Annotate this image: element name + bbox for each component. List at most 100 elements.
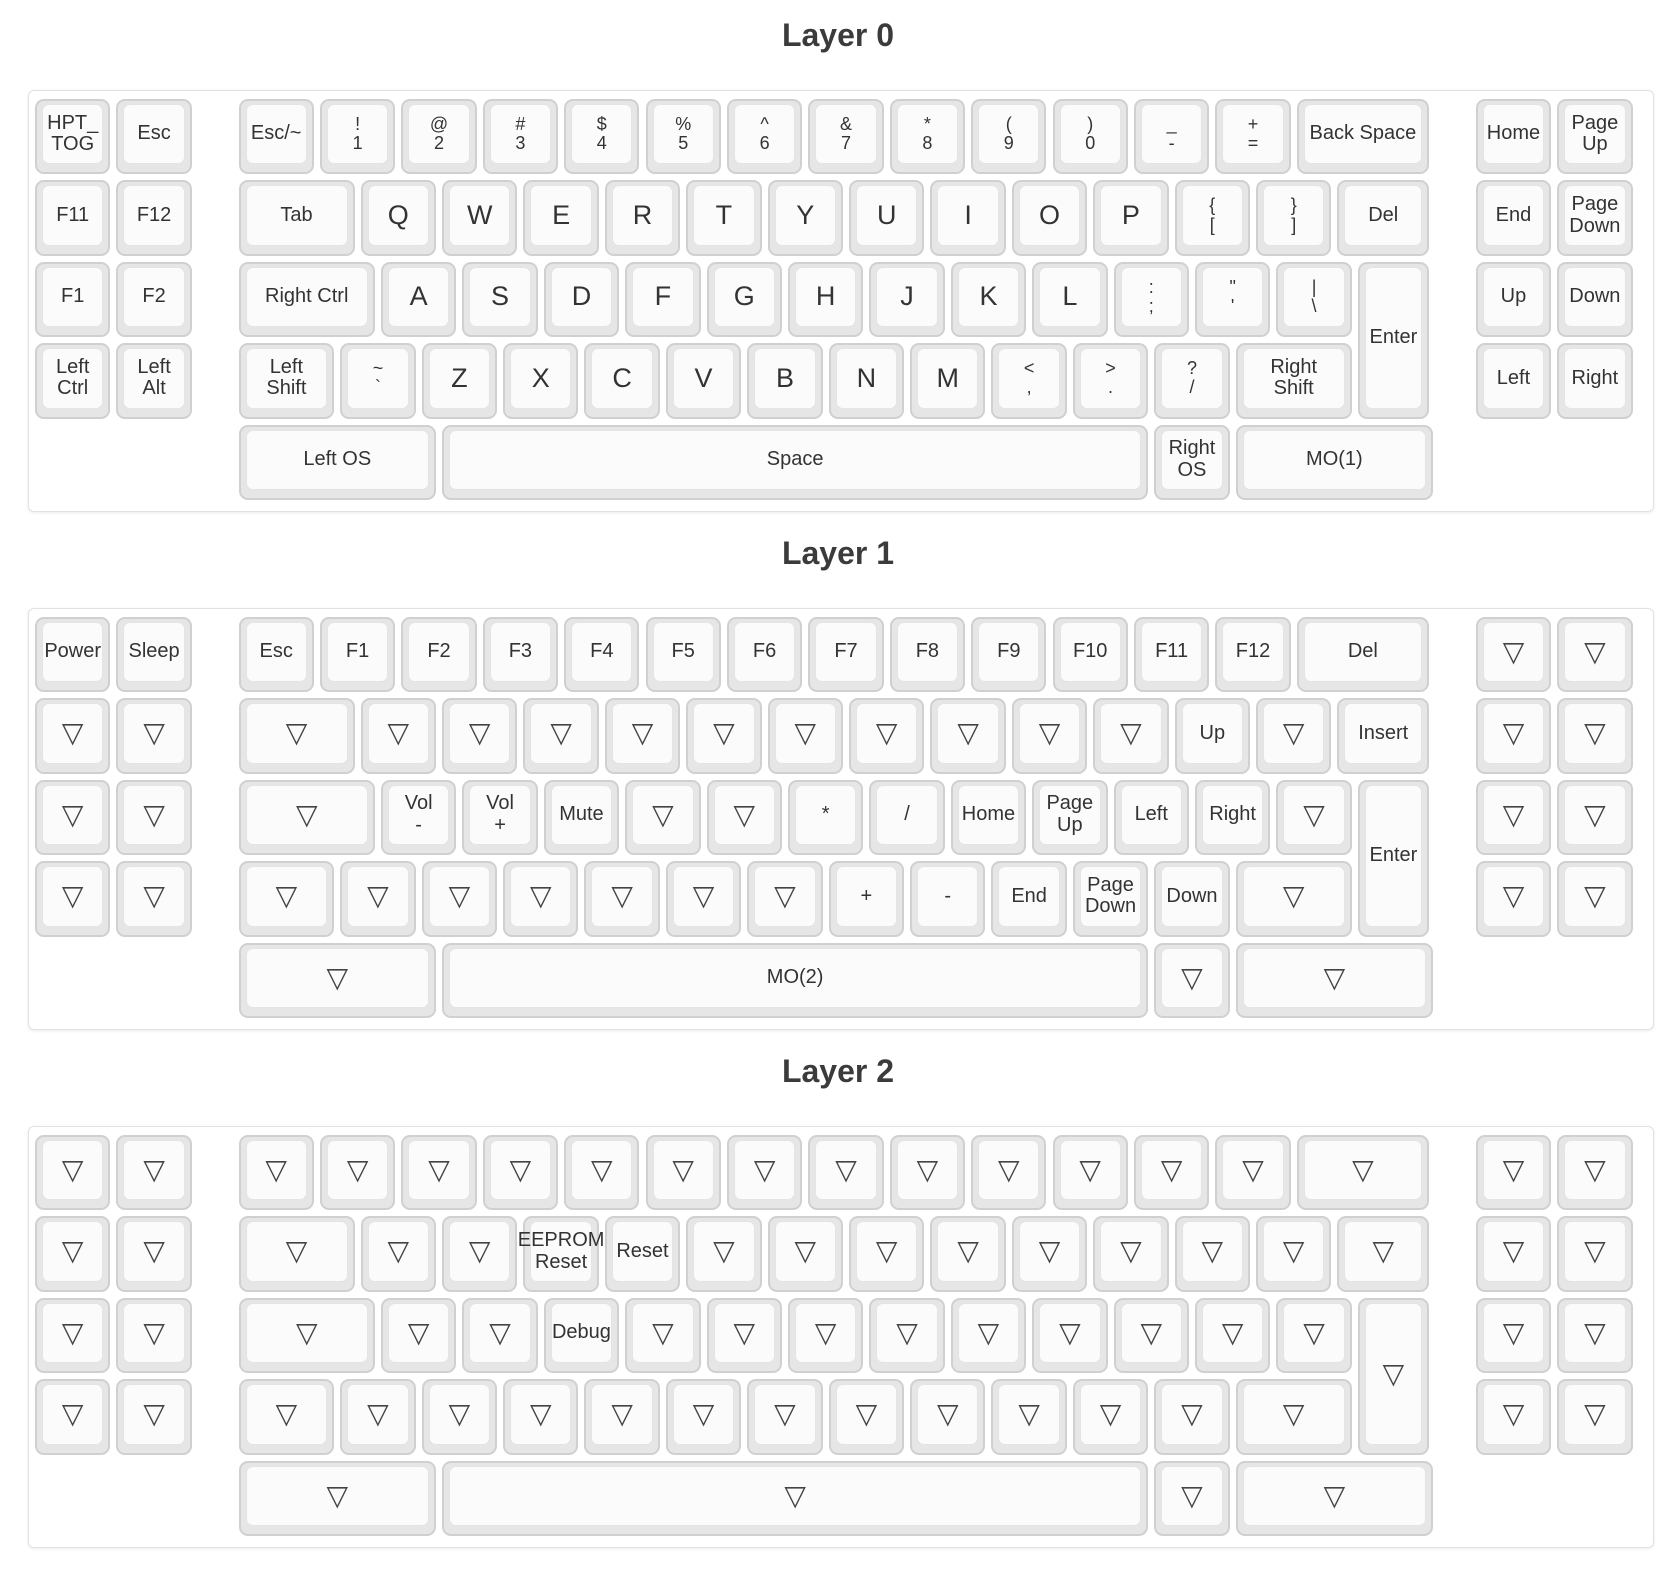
key-transparent[interactable]: ▽ — [686, 698, 762, 774]
key-q[interactable]: Q — [360, 180, 436, 256]
key-down[interactable]: Down — [1154, 861, 1230, 937]
key-transparent[interactable]: ▽ — [482, 1135, 559, 1211]
key-right[interactable]: Right — [1194, 779, 1271, 856]
key-transparent[interactable]: ▽ — [1475, 861, 1552, 937]
key-6[interactable]: ^ 6 — [726, 99, 803, 175]
key-transparent[interactable]: ▽ — [238, 1216, 355, 1292]
key-home[interactable]: Home — [1475, 99, 1552, 175]
key-transparent[interactable]: ▽ — [686, 1216, 762, 1292]
key-transparent[interactable]: ▽ — [706, 779, 782, 856]
key-f2[interactable]: F2 — [116, 261, 192, 338]
key-transparent[interactable]: ▽ — [1235, 942, 1434, 1018]
key-7[interactable]: & 7 — [808, 99, 884, 175]
key-transparent[interactable]: ▽ — [1174, 1216, 1250, 1292]
key-v[interactable]: V — [665, 343, 742, 419]
key-transparent[interactable]: ▽ — [1475, 1135, 1552, 1211]
key-1[interactable]: ! 1 — [319, 99, 396, 175]
key-slash[interactable]: ? / — [1154, 343, 1230, 419]
key-transparent[interactable]: ▽ — [319, 1135, 396, 1211]
key-transparent[interactable]: ▽ — [1357, 1297, 1430, 1455]
key-reset[interactable]: EEPROM Reset — [518, 1216, 604, 1292]
key-x[interactable]: X — [503, 343, 579, 419]
key-transparent[interactable]: ▽ — [767, 1216, 843, 1292]
key-2[interactable]: @ 2 — [401, 99, 477, 175]
key-minus[interactable]: - — [910, 861, 986, 937]
key-up[interactable]: Page Up — [1032, 779, 1108, 856]
key-transparent[interactable]: ▽ — [808, 1135, 884, 1211]
key-lbracket[interactable]: { [ — [1174, 180, 1250, 256]
key-f1[interactable]: F1 — [35, 261, 111, 338]
key-transparent[interactable]: ▽ — [1032, 1297, 1108, 1374]
key-transparent[interactable]: ▽ — [1557, 617, 1633, 693]
key-up[interactable]: Up — [1475, 261, 1552, 338]
key-transparent[interactable]: ▽ — [1194, 1297, 1271, 1374]
key-left-os[interactable]: Left OS — [238, 424, 436, 500]
key-transparent[interactable]: ▽ — [238, 942, 436, 1018]
key-transparent[interactable]: ▽ — [442, 698, 518, 774]
key-transparent[interactable]: ▽ — [889, 1135, 966, 1211]
key-minus[interactable]: Vol - — [380, 779, 457, 856]
key-down[interactable]: Page Down — [1557, 180, 1633, 256]
key-u[interactable]: U — [849, 180, 925, 256]
key-transparent[interactable]: ▽ — [726, 1135, 803, 1211]
key-transparent[interactable]: ▽ — [238, 1379, 335, 1455]
key-transparent[interactable]: ▽ — [645, 1135, 721, 1211]
key-right[interactable]: Right — [1557, 343, 1633, 419]
key-5[interactable]: % 5 — [645, 99, 721, 175]
key-f7[interactable]: F7 — [808, 617, 884, 693]
key-4[interactable]: $ 4 — [564, 99, 640, 175]
key-mo-2[interactable]: MO(2) — [442, 942, 1149, 1018]
key-c[interactable]: C — [584, 343, 660, 419]
key-transparent[interactable]: ▽ — [503, 1379, 579, 1455]
key-ctrl[interactable]: Left Ctrl — [35, 343, 111, 419]
key-b[interactable]: B — [747, 343, 823, 419]
key-enter[interactable]: Enter — [1357, 261, 1430, 419]
key-transparent[interactable]: ▽ — [238, 779, 375, 856]
key-transparent[interactable]: ▽ — [238, 698, 355, 774]
key-transparent[interactable]: ▽ — [421, 861, 498, 937]
key-f5[interactable]: F5 — [645, 617, 721, 693]
key-transparent[interactable]: ▽ — [1557, 1135, 1633, 1211]
key-transparent[interactable]: ▽ — [1256, 1216, 1332, 1292]
key-transparent[interactable]: ▽ — [340, 1379, 416, 1455]
key-right-ctrl[interactable]: Right Ctrl — [238, 261, 375, 338]
key-transparent[interactable]: ▽ — [1256, 698, 1332, 774]
key-transparent[interactable]: ▽ — [523, 698, 599, 774]
key-esc[interactable]: Esc — [238, 617, 314, 693]
key-slash[interactable]: / — [869, 779, 945, 856]
key-y[interactable]: Y — [767, 180, 843, 256]
key-plus[interactable]: Vol + — [462, 779, 538, 856]
key-e[interactable]: E — [523, 180, 599, 256]
key-transparent[interactable]: ▽ — [35, 1297, 111, 1374]
key-comma[interactable]: < , — [991, 343, 1067, 419]
key-0[interactable]: ) 0 — [1052, 99, 1128, 175]
key-f[interactable]: F — [625, 261, 701, 338]
key-transparent[interactable]: ▽ — [1475, 1297, 1552, 1374]
key-transparent[interactable]: ▽ — [1475, 698, 1552, 774]
key-f3[interactable]: F3 — [482, 617, 559, 693]
key-esc[interactable]: Esc — [116, 99, 192, 175]
key-transparent[interactable]: ▽ — [35, 698, 111, 774]
key-transparent[interactable]: ▽ — [462, 1297, 538, 1374]
key-transparent[interactable]: ▽ — [1093, 698, 1169, 774]
key-n[interactable]: N — [828, 343, 905, 419]
key-f11[interactable]: F11 — [35, 180, 111, 256]
key-transparent[interactable]: ▽ — [1475, 617, 1552, 693]
key-os[interactable]: Right OS — [1154, 424, 1230, 500]
key-transparent[interactable]: ▽ — [35, 1379, 111, 1455]
key-esc[interactable]: Esc/~ — [238, 99, 314, 175]
key-f2[interactable]: F2 — [401, 617, 477, 693]
key-transparent[interactable]: ▽ — [1215, 1135, 1291, 1211]
key-transparent[interactable]: ▽ — [625, 779, 701, 856]
key-transparent[interactable]: ▽ — [442, 1460, 1149, 1536]
key-transparent[interactable]: ▽ — [380, 1297, 457, 1374]
key-left[interactable]: Left — [1475, 343, 1552, 419]
key-transparent[interactable]: ▽ — [1113, 1297, 1189, 1374]
key-transparent[interactable]: ▽ — [971, 1135, 1047, 1211]
key-left[interactable]: Left — [1113, 779, 1189, 856]
key-l[interactable]: L — [1032, 261, 1108, 338]
key-transparent[interactable]: ▽ — [1154, 1379, 1230, 1455]
key-transparent[interactable]: ▽ — [360, 1216, 436, 1292]
key-up[interactable]: Up — [1174, 698, 1250, 774]
key-g[interactable]: G — [706, 261, 782, 338]
